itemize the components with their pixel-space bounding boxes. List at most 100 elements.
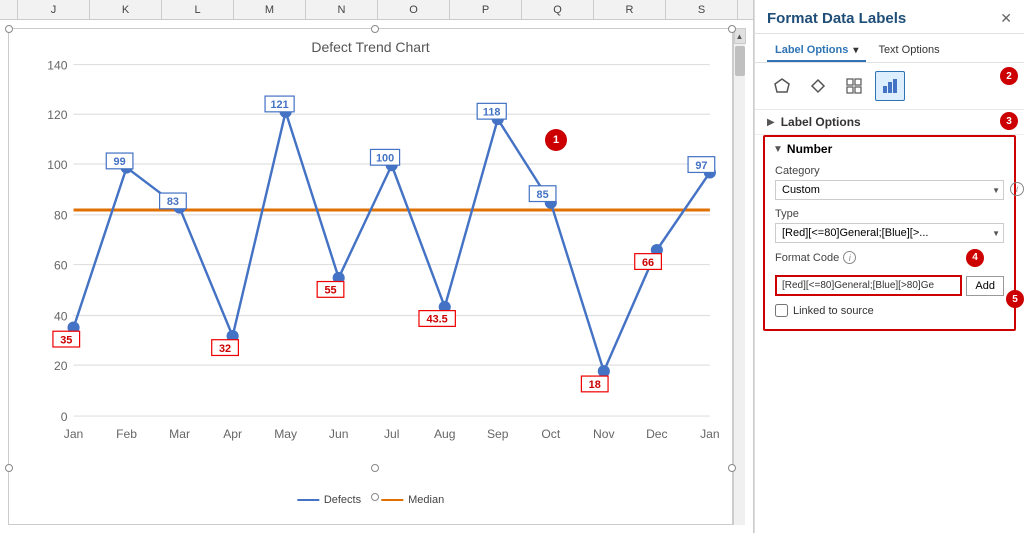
category-select-wrapper: Custom General Number Currency Percentag… xyxy=(775,180,1004,200)
svg-text:55: 55 xyxy=(324,285,336,297)
icon-toolbar: 2 xyxy=(755,63,1024,110)
col-s: S xyxy=(666,0,738,19)
tab-text-options[interactable]: Text Options xyxy=(870,40,947,62)
type-row: Type [Red][<=80]General;[Blue][>... ▼ xyxy=(765,204,1014,247)
resize-handle-mb[interactable] xyxy=(371,25,379,33)
number-section-label: Number xyxy=(787,142,832,156)
annotation-3: 3 xyxy=(1000,112,1018,130)
svg-text:Jan: Jan xyxy=(64,427,84,441)
resize-handle-mr[interactable] xyxy=(728,464,736,472)
format-code-info-icon: i xyxy=(843,251,856,264)
type-select[interactable]: [Red][<=80]General;[Blue][>... xyxy=(775,223,1004,243)
svg-text:Dec: Dec xyxy=(646,427,668,441)
col-o: O xyxy=(378,0,450,19)
column-headers: J K L M N O P Q R S xyxy=(0,0,753,20)
tab-arrow: ▾ xyxy=(853,45,858,56)
legend-median: Median xyxy=(381,494,444,506)
annotation-1: 1 xyxy=(545,129,567,151)
chart-svg: 0 20 40 60 80 100 120 140 xyxy=(19,61,722,456)
svg-text:20: 20 xyxy=(54,359,68,373)
panel-tabs: Label Options ▾ Text Options xyxy=(755,34,1024,63)
svg-text:32: 32 xyxy=(219,343,231,355)
col-l: L xyxy=(162,0,234,19)
col-p: P xyxy=(450,0,522,19)
svg-text:18: 18 xyxy=(589,379,601,391)
svg-text:120: 120 xyxy=(47,108,67,122)
col-m: M xyxy=(234,0,306,19)
svg-text:Nov: Nov xyxy=(593,427,615,441)
col-j: J xyxy=(18,0,90,19)
bar-chart-icon-btn[interactable] xyxy=(875,71,905,101)
legend-defects-label: Defects xyxy=(324,494,361,506)
svg-text:100: 100 xyxy=(376,153,394,165)
svg-text:140: 140 xyxy=(47,58,67,72)
svg-text:Sep: Sep xyxy=(487,427,509,441)
annotation-2: 2 xyxy=(1000,67,1018,85)
svg-text:83: 83 xyxy=(167,196,179,208)
effects-icon-btn[interactable] xyxy=(803,71,833,101)
svg-text:43.5: 43.5 xyxy=(427,314,448,326)
svg-text:Jun: Jun xyxy=(329,427,349,441)
format-code-row: Format Code i 4 xyxy=(765,247,1014,271)
label-options-label: Label Options xyxy=(781,115,861,129)
svg-text:Jan: Jan xyxy=(700,427,720,441)
format-code-input-row: Add 5 xyxy=(765,271,1014,300)
svg-text:May: May xyxy=(274,427,298,441)
svg-text:Mar: Mar xyxy=(169,427,190,441)
scrollbar[interactable]: ▲ xyxy=(733,28,745,525)
type-label: Type xyxy=(775,208,1004,220)
legend-median-label: Median xyxy=(408,494,444,506)
svg-text:Feb: Feb xyxy=(116,427,137,441)
category-select[interactable]: Custom General Number Currency Percentag… xyxy=(775,180,1004,200)
legend-median-line xyxy=(381,499,403,501)
row-header-spacer xyxy=(0,0,18,19)
svg-text:121: 121 xyxy=(271,99,289,111)
number-arrow: ▼ xyxy=(773,144,783,155)
label-options-arrow: ▶ xyxy=(767,117,775,128)
col-q: Q xyxy=(522,0,594,19)
size-icon-btn[interactable] xyxy=(839,71,869,101)
label-options-section-row[interactable]: ▶ Label Options 3 xyxy=(755,110,1024,135)
panel-content: ▶ Label Options 3 ▼ Number Category Cust… xyxy=(755,110,1024,533)
chart-inner: 0 20 40 60 80 100 120 140 xyxy=(19,61,722,456)
svg-text:35: 35 xyxy=(60,334,72,346)
pentagon-icon-btn[interactable] xyxy=(767,71,797,101)
panel-title: Format Data Labels xyxy=(767,10,906,27)
linked-to-source-row: Linked to source xyxy=(765,300,1014,321)
format-code-input[interactable] xyxy=(775,275,962,296)
panel-header: Format Data Labels ✕ xyxy=(755,0,1024,34)
resize-handle-ml[interactable] xyxy=(5,464,13,472)
annotation-5: 5 xyxy=(1006,290,1024,308)
col-r: R xyxy=(594,0,666,19)
linked-to-source-checkbox[interactable] xyxy=(775,304,788,317)
tab-label-options[interactable]: Label Options ▾ xyxy=(767,40,866,62)
svg-text:66: 66 xyxy=(642,257,654,269)
svg-text:Apr: Apr xyxy=(223,427,242,441)
svg-text:Aug: Aug xyxy=(434,427,456,441)
linked-to-source-label: Linked to source xyxy=(793,305,874,317)
resize-handle-mt[interactable] xyxy=(371,464,379,472)
type-select-wrapper: [Red][<=80]General;[Blue][>... ▼ xyxy=(775,223,1004,243)
add-button[interactable]: Add xyxy=(966,276,1004,296)
format-panel: Format Data Labels ✕ Label Options ▾ Tex… xyxy=(754,0,1024,533)
chart-wrapper: Defect Trend Chart 0 20 40 xyxy=(0,20,753,533)
category-row: Category Custom General Number Currency … xyxy=(765,161,1014,204)
category-info-icon: i xyxy=(1010,182,1024,196)
panel-close-button[interactable]: ✕ xyxy=(1000,10,1012,27)
resize-handle-tl[interactable] xyxy=(5,25,13,33)
chart-title: Defect Trend Chart xyxy=(19,39,722,55)
number-section-header[interactable]: ▼ Number xyxy=(765,137,1014,161)
format-code-label: Format Code i 4 xyxy=(775,251,1004,264)
category-label: Category xyxy=(775,165,1004,177)
svg-text:99: 99 xyxy=(114,156,126,168)
legend-defects: Defects xyxy=(297,494,361,506)
spreadsheet-area: J K L M N O P Q R S Defect Trend Chart xyxy=(0,0,754,533)
legend-defects-line xyxy=(297,499,319,501)
resize-handle-tr[interactable] xyxy=(728,25,736,33)
scroll-thumb[interactable] xyxy=(735,46,745,76)
svg-text:97: 97 xyxy=(695,160,707,172)
svg-text:0: 0 xyxy=(61,410,68,424)
svg-text:118: 118 xyxy=(483,106,501,118)
chart-legend: Defects Median xyxy=(297,494,444,506)
number-section: ▼ Number Category Custom General Number … xyxy=(763,135,1016,331)
